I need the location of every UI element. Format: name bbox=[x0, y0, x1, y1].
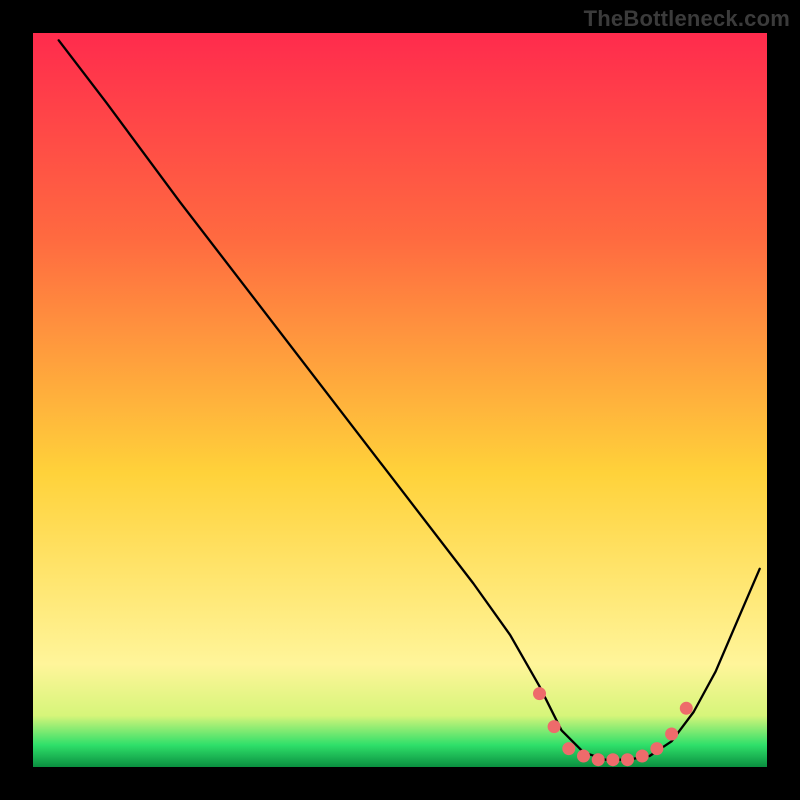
trough-dot bbox=[592, 753, 605, 766]
chart-frame: TheBottleneck.com bbox=[0, 0, 800, 800]
plot-area bbox=[33, 33, 767, 767]
trough-dot bbox=[650, 742, 663, 755]
trough-dot bbox=[548, 720, 561, 733]
trough-dot bbox=[665, 728, 678, 741]
watermark-text: TheBottleneck.com bbox=[584, 6, 790, 32]
trough-dot bbox=[562, 742, 575, 755]
trough-dot bbox=[577, 750, 590, 763]
trough-dot bbox=[533, 687, 546, 700]
trough-dot bbox=[680, 702, 693, 715]
trough-dot bbox=[606, 753, 619, 766]
trough-dot bbox=[636, 750, 649, 763]
trough-dot bbox=[621, 753, 634, 766]
bottleneck-chart bbox=[0, 0, 800, 800]
